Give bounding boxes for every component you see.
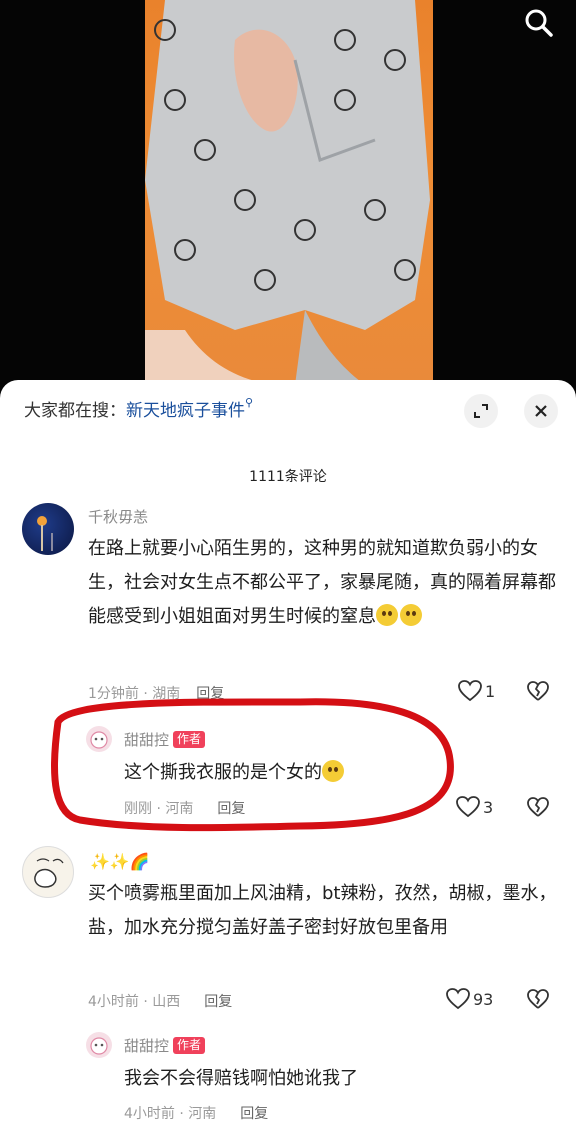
comment-meta: 4小时前 · 河南 回复 [124,1103,268,1123]
emoji-icon [400,604,422,626]
comment-meta: 刚刚 · 河南 回复 [124,798,245,818]
expand-button[interactable] [464,394,498,428]
broken-heart-icon [527,797,549,817]
reply-button[interactable]: 回复 [196,686,224,702]
dislike-button[interactable] [527,797,549,821]
dislike-button[interactable] [527,989,549,1013]
comment-username[interactable]: 甜甜控 作者 [124,729,206,750]
comment-text: 在路上就要小心陌生男的，这种男的就知道欺负弱小的女生，社会对女生点不都公平了，家… [88,532,558,634]
like-count: 3 [483,797,494,817]
search-suggestion-prefix: 大家都在搜： [24,401,126,421]
expand-icon [474,404,488,418]
comment-time-location: 1分钟前 · 湖南 [88,686,181,702]
emoji-icon [376,604,398,626]
comment-time-location: 刚刚 · 河南 [124,801,194,817]
heart-icon [456,796,480,818]
comment-time-location: 4小时前 · 山西 [88,994,181,1010]
close-icon [535,405,547,417]
comment-username[interactable]: 甜甜控 作者 [124,1035,206,1056]
crying-emoji-icon [322,760,344,782]
search-suggestion[interactable]: 大家都在搜：新天地疯子事件⚲ [24,396,253,421]
like-button[interactable]: 1 [458,680,495,702]
video-player[interactable] [0,0,576,400]
dislike-button[interactable] [527,681,549,705]
avatar[interactable] [22,846,74,898]
reply-button[interactable]: 回复 [240,1106,268,1122]
comment-username-text: 甜甜控 [124,731,170,749]
broken-heart-icon [527,989,549,1009]
broken-heart-icon [527,681,549,701]
author-tag: 作者 [173,731,206,748]
comment-meta: 4小时前 · 山西 回复 [88,991,232,1011]
heart-icon [446,988,470,1010]
reply-button[interactable]: 回复 [204,994,232,1010]
comment-meta: 1分钟前 · 湖南 回复 [88,683,224,703]
comment-sheet: 大家都在搜：新天地疯子事件⚲ 1111条评论 千秋毋恙 在路上就要小心陌生男的，… [0,380,576,1141]
comment-text: 我会不会得赔钱啊怕她讹我了 [124,1062,544,1096]
comment-text: 这个撕我衣服的是个女的 [124,756,544,790]
like-count: 93 [473,989,494,1009]
heart-icon [458,680,482,702]
comment-count: 1111条评论 [249,469,327,485]
search-icon[interactable] [522,6,556,40]
comment-text-content: 在路上就要小心陌生男的，这种男的就知道欺负弱小的女生，社会对女生点不都公平了，家… [88,538,556,627]
reply-button[interactable]: 回复 [217,801,245,817]
comment-username-text: 甜甜控 [124,1037,170,1055]
video-frame [145,0,433,385]
comment-text-content: 买个喷雾瓶里面加上风油精，bt辣粉，孜然，胡椒，墨水，盐，加水充分搅匀盖好盖子密… [88,883,557,938]
video-thumbnail-image [145,0,430,385]
avatar[interactable] [86,1032,112,1058]
sparkle-username-icon: ✨✨🌈 [90,852,150,871]
like-button[interactable]: 3 [456,796,493,818]
comment-username[interactable]: 千秋毋恙 [88,506,148,527]
comment-time-location: 4小时前 · 河南 [124,1106,217,1122]
search-suggestion-term[interactable]: 新天地疯子事件 [126,401,245,421]
search-small-icon: ⚲ [245,396,254,409]
avatar[interactable] [86,726,112,752]
avatar[interactable] [22,503,74,555]
comment-text: 买个喷雾瓶里面加上风油精，bt辣粉，孜然，胡椒，墨水，盐，加水充分搅匀盖好盖子密… [88,877,558,945]
author-tag: 作者 [173,1037,206,1054]
comment-text-content: 这个撕我衣服的是个女的 [124,762,322,783]
close-button[interactable] [524,394,558,428]
like-button[interactable]: 93 [446,988,493,1010]
comment-text-content: 我会不会得赔钱啊怕她讹我了 [124,1068,358,1089]
like-count: 1 [485,681,496,701]
